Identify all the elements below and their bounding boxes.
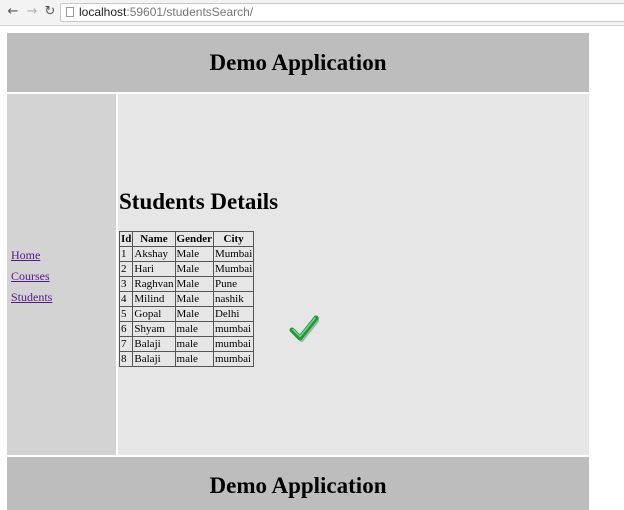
cell-city: mumbai bbox=[212, 336, 255, 352]
cell-gender: Male bbox=[174, 246, 214, 262]
url-path: :59601/studentsSearch/ bbox=[126, 5, 254, 19]
cell-id: 6 bbox=[118, 321, 134, 337]
sidebar-link-students[interactable]: Students bbox=[11, 290, 52, 304]
table-row: 6 Shyam male mumbai bbox=[118, 321, 255, 337]
url-host: localhost bbox=[79, 5, 127, 19]
header-title: Demo Application bbox=[209, 50, 387, 75]
cell-name: Hari bbox=[132, 261, 176, 277]
sidebar-link-courses[interactable]: Courses bbox=[11, 269, 50, 283]
cell-id: 4 bbox=[118, 291, 134, 307]
students-table: Id Name Gender City 1 Akshay Male Mumbai… bbox=[118, 231, 255, 367]
cell-gender: Male bbox=[174, 291, 214, 307]
cell-gender: Male bbox=[174, 276, 214, 292]
table-row: 5 Gopal Male Delhi bbox=[118, 306, 255, 322]
page-title: Students Details bbox=[119, 189, 279, 214]
cell-city: Mumbai bbox=[212, 261, 255, 277]
cell-id: 5 bbox=[118, 306, 134, 322]
cell-name: Balaji bbox=[132, 336, 176, 352]
sidebar: Home Courses Students bbox=[7, 94, 116, 455]
cell-id: 1 bbox=[118, 246, 134, 262]
cell-city: nashik bbox=[212, 291, 255, 307]
footer-title: Demo Application bbox=[209, 473, 387, 498]
cell-city: mumbai bbox=[212, 351, 255, 367]
cell-id: 7 bbox=[118, 336, 134, 352]
table-row: 1 Akshay Male Mumbai bbox=[118, 246, 255, 262]
column-header-gender: Gender bbox=[174, 231, 214, 247]
table-row: 8 Balaji male mumbai bbox=[118, 351, 255, 367]
cell-city: Pune bbox=[212, 276, 255, 292]
cell-gender: male bbox=[174, 336, 214, 352]
table-row: 2 Hari Male Mumbai bbox=[118, 261, 255, 277]
cell-name: Raghvan bbox=[132, 276, 176, 292]
main-content: Students Details Id Name Gender City 1 A… bbox=[118, 94, 589, 455]
page-footer: Demo Application bbox=[7, 457, 589, 510]
column-header-city: City bbox=[212, 231, 255, 247]
cell-id: 2 bbox=[118, 261, 134, 277]
column-header-name: Name bbox=[132, 231, 176, 247]
cell-gender: male bbox=[174, 321, 214, 337]
table-row: 4 Milind Male nashik bbox=[118, 291, 255, 307]
cell-city: mumbai bbox=[212, 321, 255, 337]
cell-city: Delhi bbox=[212, 306, 255, 322]
cell-id: 3 bbox=[118, 276, 134, 292]
browser-toolbar: ← → ↻ localhost:59601/studentsSearch/ bbox=[0, 0, 624, 26]
checkmark-icon bbox=[289, 315, 319, 342]
column-header-id: Id bbox=[118, 231, 134, 247]
cell-name: Akshay bbox=[132, 246, 176, 262]
forward-icon[interactable]: → bbox=[24, 4, 40, 20]
cell-gender: Male bbox=[174, 261, 214, 277]
back-icon[interactable]: ← bbox=[5, 4, 21, 20]
address-bar[interactable]: localhost:59601/studentsSearch/ bbox=[60, 3, 624, 22]
cell-city: Mumbai bbox=[212, 246, 255, 262]
cell-name: Shyam bbox=[132, 321, 176, 337]
cell-name: Milind bbox=[132, 291, 176, 307]
url-text: localhost:59601/studentsSearch/ bbox=[79, 5, 253, 20]
cell-gender: Male bbox=[174, 306, 214, 322]
page-header: Demo Application bbox=[7, 33, 589, 92]
cell-name: Gopal bbox=[132, 306, 176, 322]
cell-id: 8 bbox=[118, 351, 134, 367]
table-row: 3 Raghvan Male Pune bbox=[118, 276, 255, 292]
reload-icon[interactable]: ↻ bbox=[42, 4, 58, 20]
cell-gender: male bbox=[174, 351, 214, 367]
sidebar-link-home[interactable]: Home bbox=[11, 248, 40, 262]
page-icon bbox=[66, 7, 74, 17]
table-header-row: Id Name Gender City bbox=[118, 231, 255, 247]
table-row: 7 Balaji male mumbai bbox=[118, 336, 255, 352]
cell-name: Balaji bbox=[132, 351, 176, 367]
